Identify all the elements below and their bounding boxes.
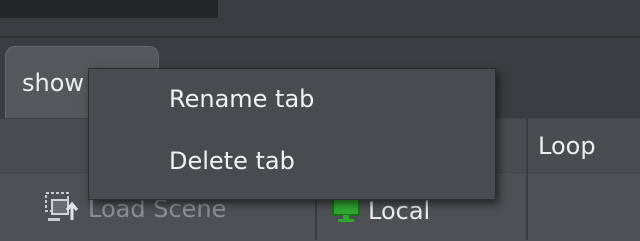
delete-tab-menu-item[interactable]: Delete tab <box>89 139 495 185</box>
toolbar-dark-panel <box>0 0 218 18</box>
menu-item-label: Delete tab <box>169 147 295 175</box>
tab-label: show <box>22 69 85 97</box>
column-header-loop[interactable]: Loop <box>538 132 596 160</box>
load-scene-icon <box>44 190 80 228</box>
local-label: Local <box>368 197 431 225</box>
tab-context-menu: Rename tab Delete tab <box>88 68 496 200</box>
column-divider <box>526 118 528 240</box>
menu-item-label: Rename tab <box>169 85 315 113</box>
rename-tab-menu-item[interactable]: Rename tab <box>89 77 495 123</box>
